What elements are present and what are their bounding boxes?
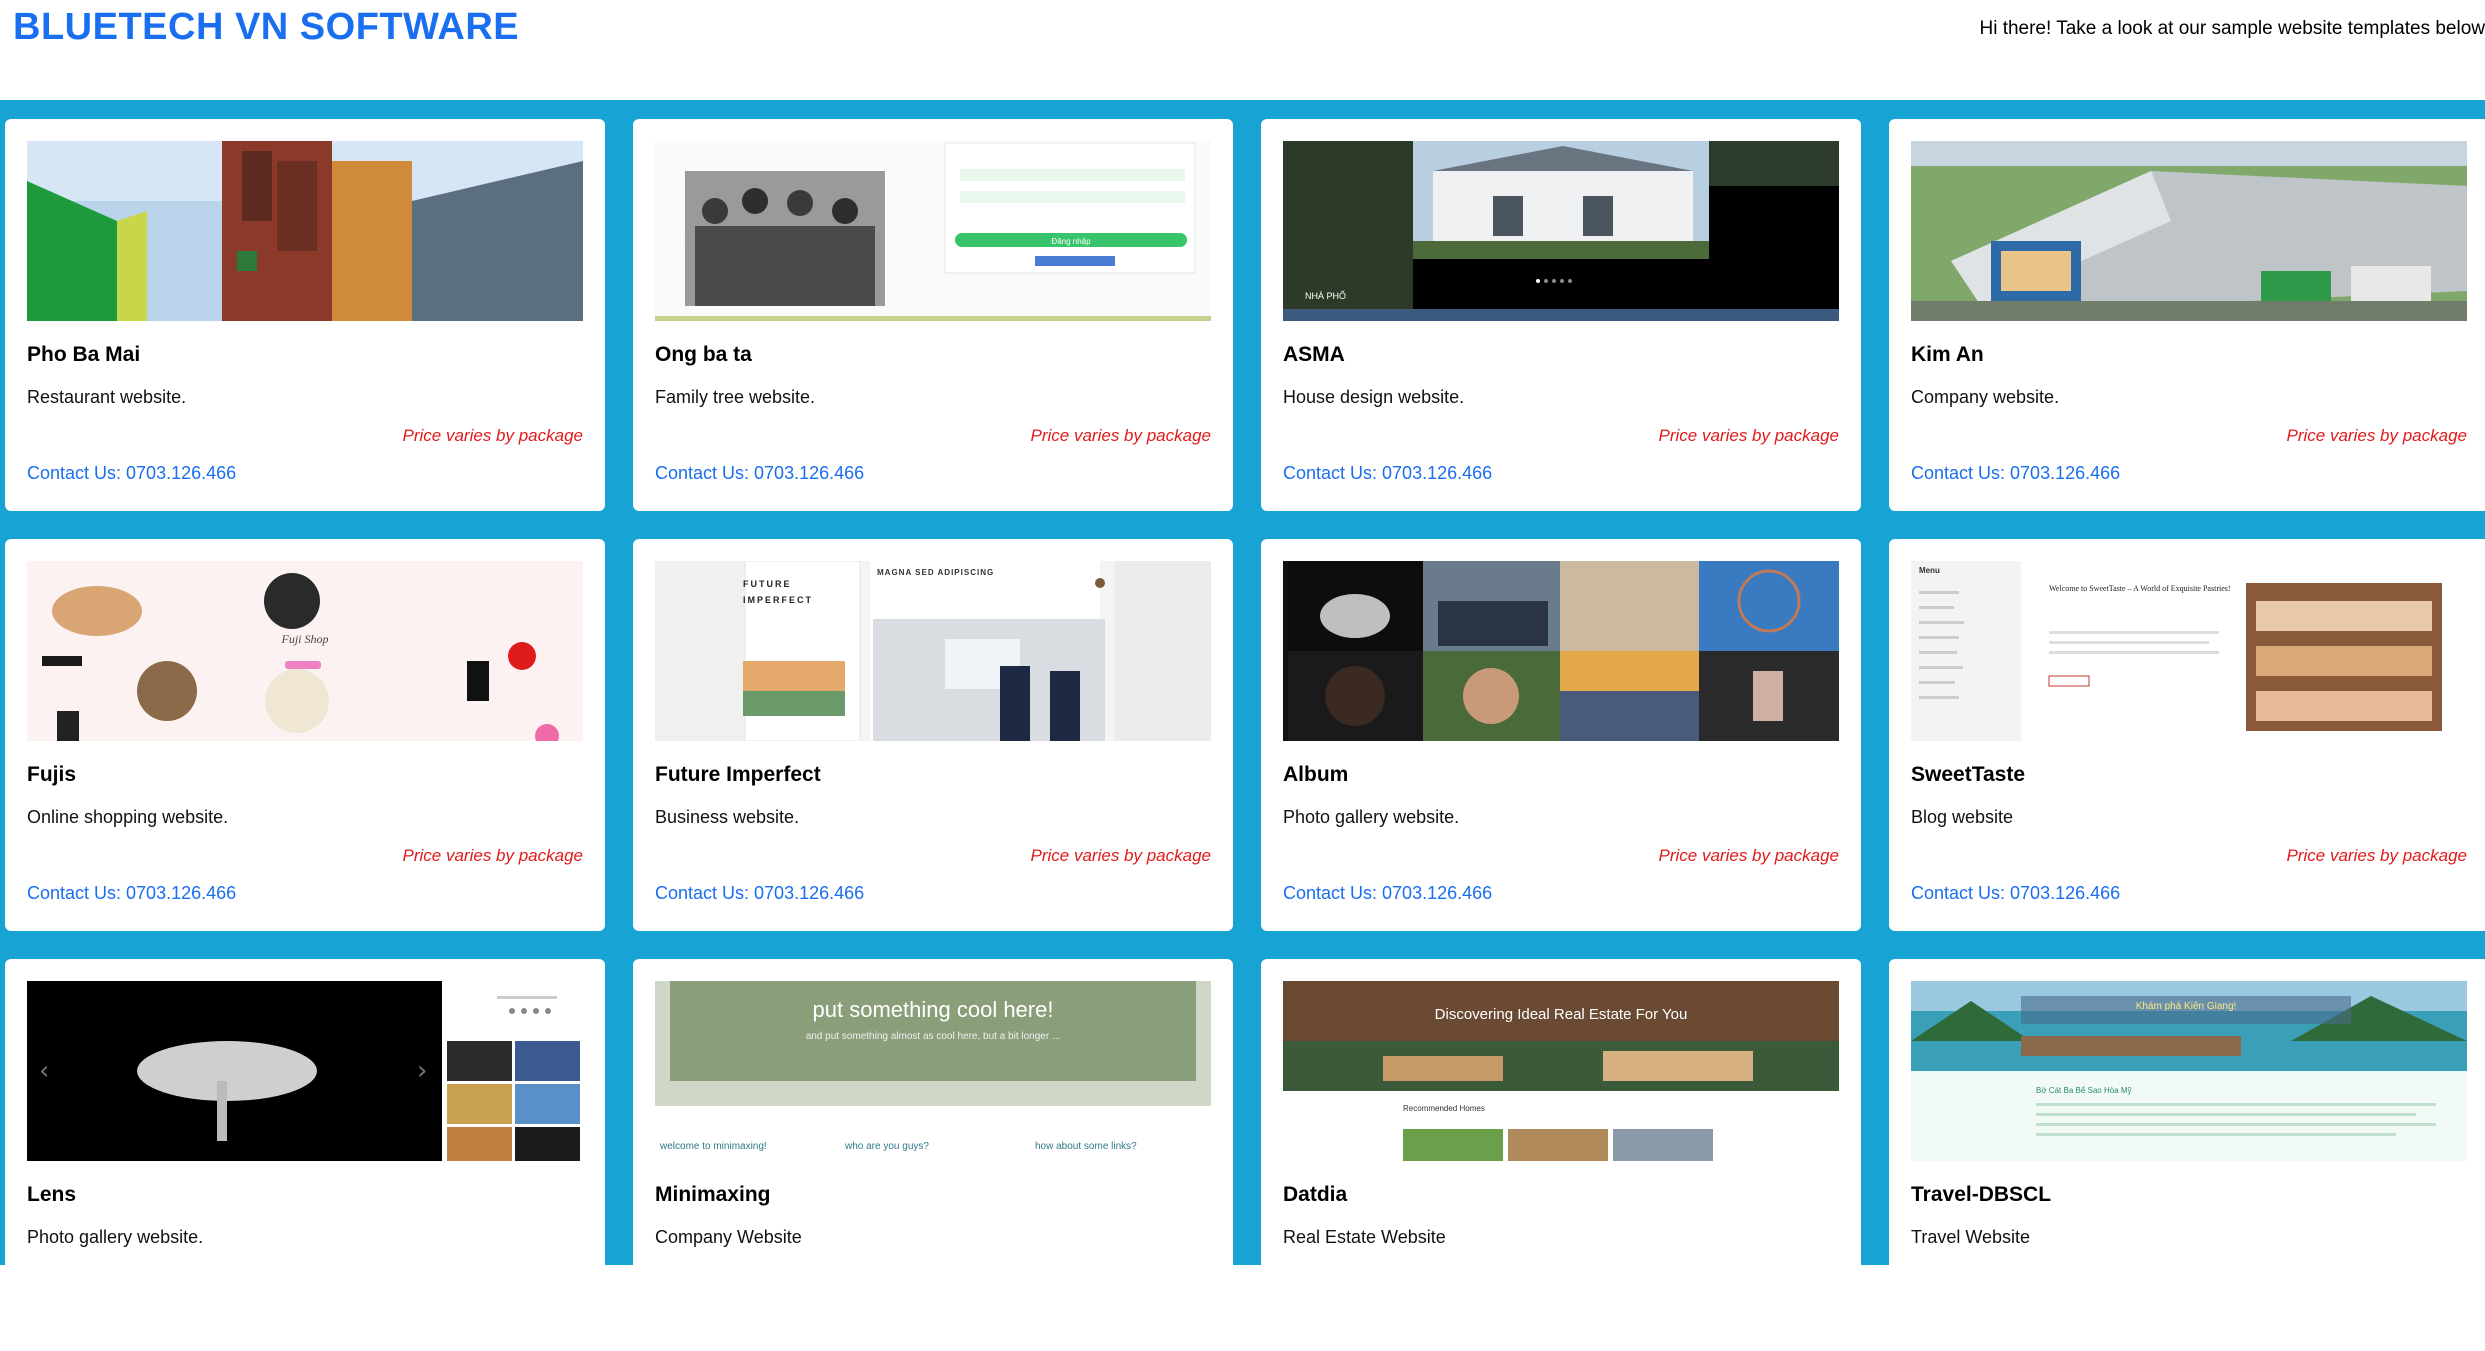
template-card-minimaxing[interactable]: put something cool here! and put somethi… xyxy=(633,959,1233,1351)
price-note: Price varies by package xyxy=(402,426,583,445)
template-thumbnail[interactable]: Menu Welcome to SweetTaste – A World of … xyxy=(1911,561,2467,741)
template-thumbnail[interactable] xyxy=(1911,141,2467,321)
header-tagline: Hi there! Take a look at our sample webs… xyxy=(1979,18,2485,39)
template-card-pho-ba-mai[interactable]: Pho Ba Mai Restaurant website. Price var… xyxy=(5,119,605,511)
template-title: Future Imperfect xyxy=(655,763,821,786)
template-thumbnail[interactable]: put something cool here! and put somethi… xyxy=(655,981,1211,1161)
blog-heading: Welcome to SweetTaste – A World of Exqui… xyxy=(2049,584,2231,593)
mini-link-2[interactable]: who are you guys? xyxy=(844,1141,929,1152)
template-card-sweettaste[interactable]: Menu Welcome to SweetTaste – A World of … xyxy=(1889,539,2485,931)
template-card-lens[interactable]: ‹ › Lens Photo gallery website. xyxy=(5,959,605,1351)
template-description: Restaurant website. xyxy=(27,387,187,407)
contact-link[interactable]: Contact Us: 0703.126.466 xyxy=(1283,883,1492,904)
hero-headline: put something cool here! xyxy=(813,997,1054,1022)
contact-link[interactable]: Contact Us: 0703.126.466 xyxy=(27,883,236,904)
price-note: Price varies by package xyxy=(1030,846,1211,865)
template-description: Company website. xyxy=(1911,387,2060,407)
hero-headline: Khám phá Kiên Giang! xyxy=(2136,1001,2237,1012)
future-heading: MAGNA SED ADIPISCING xyxy=(877,568,994,577)
template-thumbnail[interactable]: Discovering Ideal Real Estate For You Re… xyxy=(1283,981,1839,1161)
sidebar-menu-label: Menu xyxy=(1919,566,1940,575)
template-thumbnail[interactable]: ‹ › xyxy=(27,981,583,1161)
template-description: Family tree website. xyxy=(655,387,816,407)
template-title: Lens xyxy=(27,1183,77,1206)
template-description: Company Website xyxy=(655,1227,802,1247)
template-title: Datdia xyxy=(1283,1183,1348,1206)
template-description: Real Estate Website xyxy=(1283,1227,1446,1247)
brand-title[interactable]: BLUETECH VN SOFTWARE xyxy=(13,6,519,49)
prev-arrow-icon[interactable]: ‹ xyxy=(39,1056,49,1086)
template-description: Travel Website xyxy=(1911,1227,2031,1247)
template-thumbnail[interactable]: Đăng nhập xyxy=(655,141,1211,321)
shop-name: Fuji Shop xyxy=(281,632,329,646)
template-description: Photo gallery website. xyxy=(1283,807,1460,827)
hero-subtitle: and put something almost as cool here, b… xyxy=(806,1031,1061,1042)
price-note: Price varies by package xyxy=(1030,426,1211,445)
template-thumbnail[interactable] xyxy=(27,141,583,321)
contact-link[interactable]: Contact Us: 0703.126.466 xyxy=(27,463,236,484)
price-note: Price varies by package xyxy=(2286,846,2467,865)
price-note: Price varies by package xyxy=(1658,846,1839,865)
price-note: Price varies by package xyxy=(402,846,583,865)
template-card-future-imperfect[interactable]: FUTURE IMPERFECT MAGNA SED ADIPISCING Fu… xyxy=(633,539,1233,931)
template-title: SweetTaste xyxy=(1911,763,2025,786)
template-thumbnail[interactable]: Khám phá Kiên Giang! Bờ Cát Ba Bể Sao Hò… xyxy=(1911,981,2467,1161)
template-thumbnail[interactable]: FUTURE IMPERFECT MAGNA SED ADIPISCING xyxy=(655,561,1211,741)
contact-link[interactable]: Contact Us: 0703.126.466 xyxy=(1911,883,2120,904)
template-card-album[interactable]: Album Photo gallery website. Price varie… xyxy=(1261,539,1861,931)
template-card-travel-dbscl[interactable]: Khám phá Kiên Giang! Bờ Cát Ba Bể Sao Hò… xyxy=(1889,959,2485,1351)
template-description: Blog website xyxy=(1911,807,2014,827)
contact-link[interactable]: Contact Us: 0703.126.466 xyxy=(1283,463,1492,484)
next-arrow-icon[interactable]: › xyxy=(417,1056,427,1086)
slide-caption: NHÀ PHỐ xyxy=(1305,290,1346,301)
template-grid: Pho Ba Mai Restaurant website. Price var… xyxy=(0,100,2485,1351)
template-card-kim-an[interactable]: Kim An Company website. Price varies by … xyxy=(1889,119,2485,511)
template-title: Pho Ba Mai xyxy=(27,343,141,366)
contact-link[interactable]: Contact Us: 0703.126.466 xyxy=(655,463,864,484)
template-title: Travel-DBSCL xyxy=(1911,1183,2052,1206)
template-thumbnail[interactable] xyxy=(1283,561,1839,741)
template-title: Kim An xyxy=(1911,343,1984,366)
login-text: Đăng nhập xyxy=(1051,237,1091,246)
section-heading: Recommended Homes xyxy=(1403,1104,1485,1113)
future-title-2: IMPERFECT xyxy=(743,595,813,605)
price-note: Price varies by package xyxy=(1658,426,1839,445)
template-thumbnail[interactable]: NHÀ PHỐ xyxy=(1283,141,1839,321)
template-card-datdia[interactable]: Discovering Ideal Real Estate For You Re… xyxy=(1261,959,1861,1351)
template-card-ong-ba-ta[interactable]: Đăng nhập Ong ba ta Family tree website.… xyxy=(633,119,1233,511)
template-description: Business website. xyxy=(655,807,800,827)
template-description: House design website. xyxy=(1283,387,1465,407)
contact-link[interactable]: Contact Us: 0703.126.466 xyxy=(655,883,864,904)
template-title: ASMA xyxy=(1283,343,1345,366)
template-card-fujis[interactable]: Fuji Shop Fujis Online shopping website.… xyxy=(5,539,605,931)
template-thumbnail[interactable]: Fuji Shop xyxy=(27,561,583,741)
mini-link-3[interactable]: how about some links? xyxy=(1035,1141,1137,1152)
template-title: Minimaxing xyxy=(655,1183,771,1206)
page-header: BLUETECH VN SOFTWARE Hi there! Take a lo… xyxy=(0,0,2485,100)
contact-link[interactable]: Contact Us: 0703.126.466 xyxy=(1911,463,2120,484)
template-description: Online shopping website. xyxy=(27,807,229,827)
template-description: Photo gallery website. xyxy=(27,1227,204,1247)
template-card-asma[interactable]: NHÀ PHỐ ASMA House design website. Price… xyxy=(1261,119,1861,511)
template-title: Ong ba ta xyxy=(655,343,752,366)
price-note: Price varies by package xyxy=(2286,426,2467,445)
article-title: Bờ Cát Ba Bể Sao Hòa Mỹ xyxy=(2036,1086,2132,1095)
template-title: Fujis xyxy=(27,763,77,786)
template-title: Album xyxy=(1283,763,1349,786)
future-title-1: FUTURE xyxy=(743,579,792,589)
mini-link-1[interactable]: welcome to minimaxing! xyxy=(659,1141,767,1152)
hero-headline: Discovering Ideal Real Estate For You xyxy=(1435,1006,1688,1023)
